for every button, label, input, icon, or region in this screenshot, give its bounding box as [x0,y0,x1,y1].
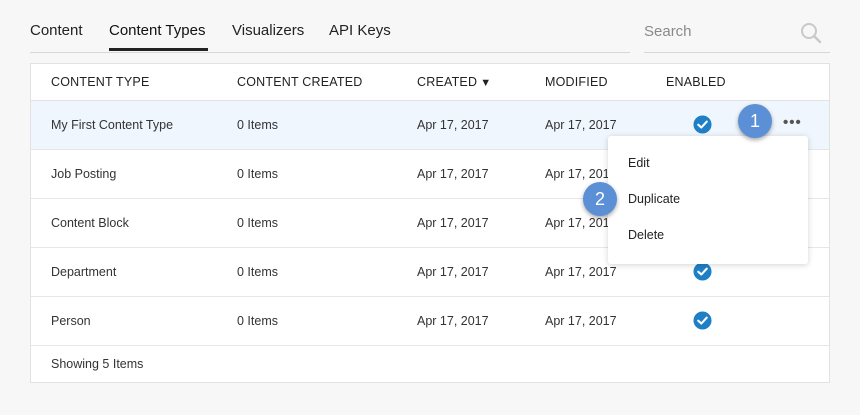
column-header-created-label: CREATED [417,75,478,89]
active-tab-indicator [109,48,208,51]
created-date: Apr 17, 2017 [417,118,489,132]
enabled-check-icon[interactable] [693,262,712,281]
content-type-name[interactable]: Person [51,314,91,328]
menu-item-delete[interactable]: Delete [628,228,664,242]
modified-date: Apr 17, 2017 [545,265,617,279]
enabled-check-icon[interactable] [693,311,712,330]
modified-date: Apr 17, 2017 [545,216,617,230]
table-footer-count: Showing 5 Items [51,357,144,371]
tab-content-types[interactable]: Content Types [109,22,205,39]
tab-content[interactable]: Content [30,22,83,39]
column-header-modified[interactable]: MODIFIED [545,75,608,89]
content-created-count: 0 Items [237,118,278,132]
created-date: Apr 17, 2017 [417,216,489,230]
step-badge-1: 1 [738,104,772,138]
column-header-enabled[interactable]: ENABLED [666,75,726,89]
content-type-name[interactable]: My First Content Type [51,118,173,132]
content-created-count: 0 Items [237,265,278,279]
created-date: Apr 17, 2017 [417,167,489,181]
content-created-count: 0 Items [237,167,278,181]
search-placeholder: Search [644,23,692,40]
table-header: CONTENT TYPE CONTENT CREATED CREATED ▼ MO… [31,64,829,101]
search-icon[interactable] [800,22,822,44]
step-badge-2: 2 [583,182,617,216]
column-header-content-type[interactable]: CONTENT TYPE [51,75,149,89]
sort-desc-icon[interactable]: ▼ [480,77,491,89]
menu-item-duplicate[interactable]: Duplicate [628,192,680,206]
search-input[interactable]: Search [644,0,830,53]
modified-date: Apr 17, 2017 [545,167,617,181]
row-actions-menu: Edit Duplicate Delete [608,136,808,264]
content-type-name[interactable]: Department [51,265,116,279]
enabled-check-icon[interactable] [693,115,712,134]
tab-visualizers[interactable]: Visualizers [232,22,304,39]
column-header-content-created[interactable]: CONTENT CREATED [237,75,362,89]
content-type-name[interactable]: Job Posting [51,167,116,181]
tab-api-keys[interactable]: API Keys [329,22,391,39]
modified-date: Apr 17, 2017 [545,314,617,328]
more-options-icon[interactable]: ••• [783,115,802,130]
tab-bar: Content Content Types Visualizers API Ke… [30,0,630,53]
created-date: Apr 17, 2017 [417,265,489,279]
created-date: Apr 17, 2017 [417,314,489,328]
content-created-count: 0 Items [237,216,278,230]
content-type-name[interactable]: Content Block [51,216,129,230]
content-created-count: 0 Items [237,314,278,328]
modified-date: Apr 17, 2017 [545,118,617,132]
menu-item-edit[interactable]: Edit [628,156,650,170]
column-header-created[interactable]: CREATED ▼ [417,75,491,89]
table-row[interactable]: Person 0 Items Apr 17, 2017 Apr 17, 2017 [31,297,829,346]
